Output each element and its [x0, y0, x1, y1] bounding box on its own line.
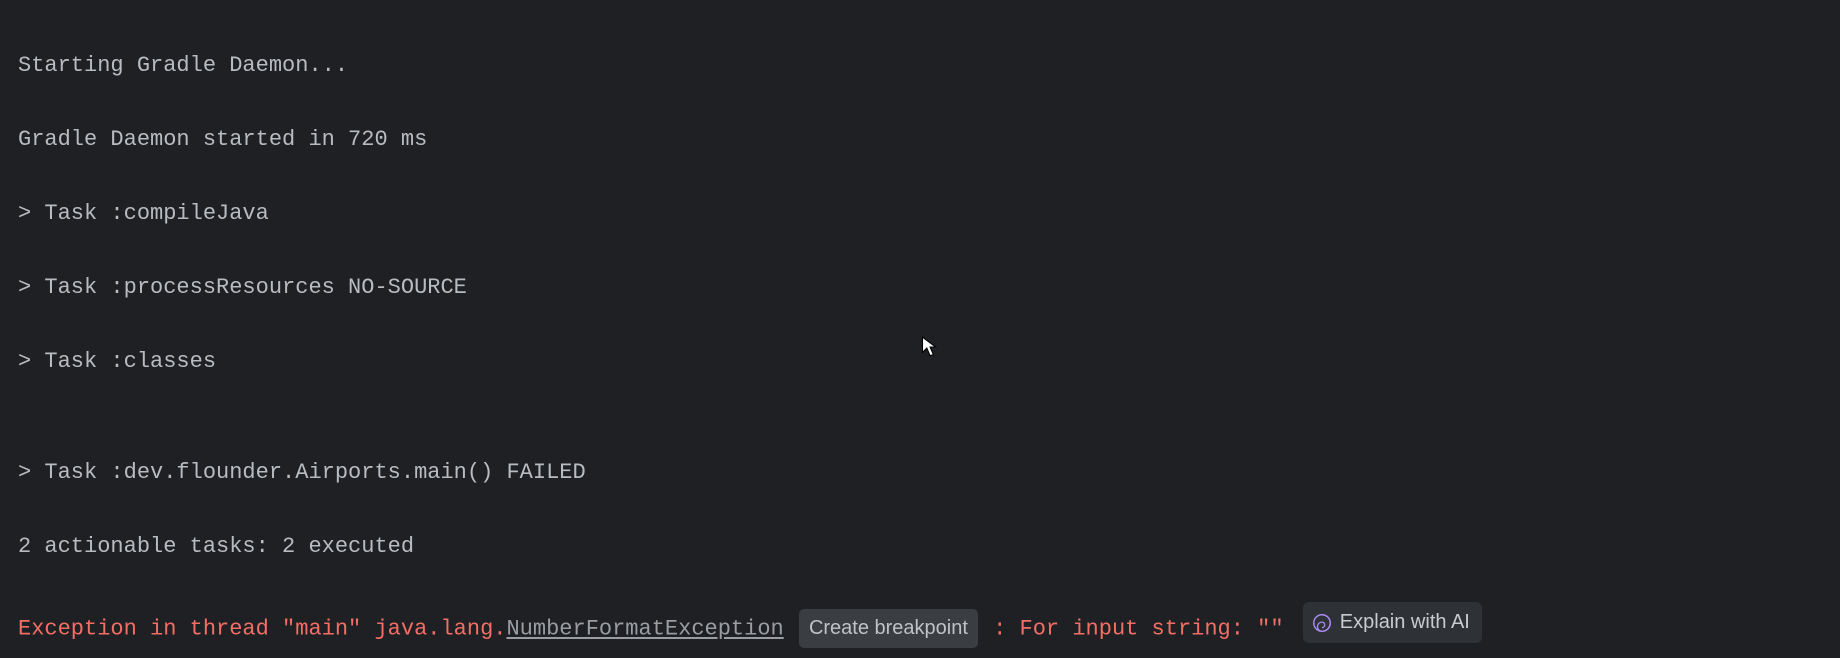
explain-label: Explain with AI [1340, 604, 1470, 641]
log-line: > Task :compileJava [18, 195, 1840, 232]
ai-swirl-icon [1311, 612, 1333, 634]
log-line: Gradle Daemon started in 720 ms [18, 121, 1840, 158]
log-line: > Task :classes [18, 343, 1840, 380]
log-line: > Task :processResources NO-SOURCE [18, 269, 1840, 306]
exception-suffix: : For input string: "" [993, 617, 1283, 642]
exception-class-link[interactable]: NumberFormatException [506, 617, 783, 642]
log-line: 2 actionable tasks: 2 executed [18, 528, 1840, 565]
console-output: Starting Gradle Daemon... Gradle Daemon … [0, 0, 1840, 658]
exception-prefix: Exception in thread "main" java.lang. [18, 617, 506, 642]
exception-line: Exception in thread "main" java.lang.Num… [18, 602, 1840, 648]
log-line: Starting Gradle Daemon... [18, 47, 1840, 84]
explain-with-ai-button[interactable]: Explain with AI [1303, 602, 1482, 643]
log-line: > Task :dev.flounder.Airports.main() FAI… [18, 454, 1840, 491]
create-breakpoint-button[interactable]: Create breakpoint [799, 609, 978, 648]
